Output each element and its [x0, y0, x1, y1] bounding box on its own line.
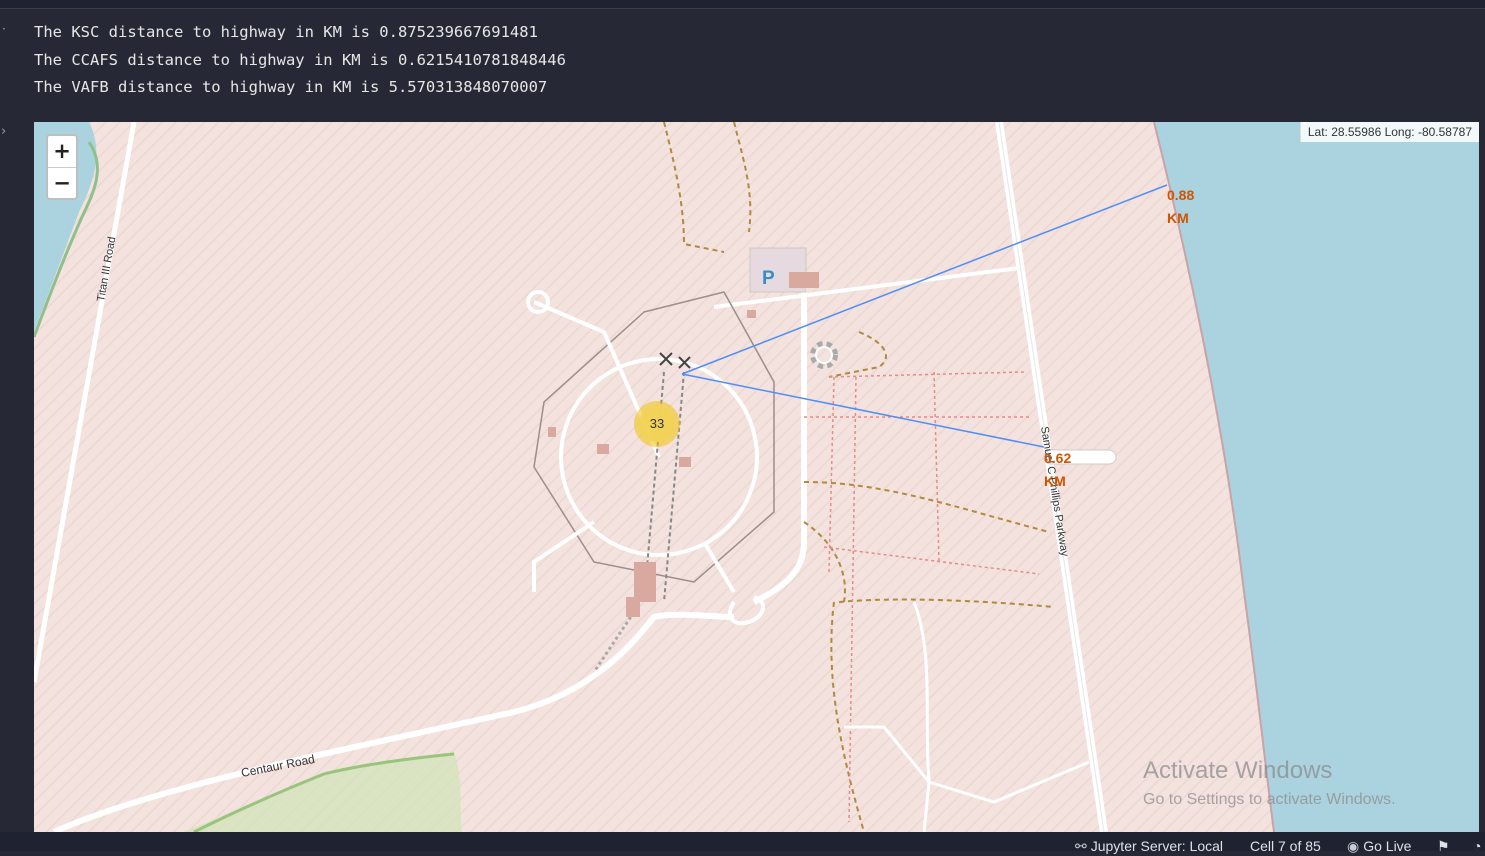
cell-counter[interactable]: Cell 7 of 85	[1250, 836, 1321, 856]
distance-value: 0.62	[1044, 450, 1072, 466]
cell-output: The KSC distance to highway in KM is 0.8…	[34, 20, 566, 103]
building	[634, 562, 656, 602]
distance-label-b: 0.62 KM	[1044, 447, 1084, 493]
distance-unit: KM	[1167, 210, 1189, 226]
link-icon: ⚯	[1075, 838, 1087, 854]
map-tiles: P Titan III Road Centaur Road Samuel C P…	[34, 122, 1479, 832]
cell-gutter-marker[interactable]: ·	[2, 22, 6, 36]
output-line: The CCAFS distance to highway in KM is 0…	[34, 50, 566, 69]
building	[679, 457, 691, 467]
jupyter-server-label: Jupyter Server: Local	[1090, 838, 1224, 854]
building	[597, 444, 609, 454]
zoom-control: + −	[46, 134, 78, 200]
marker-cluster[interactable]: 33	[634, 401, 680, 447]
output-line: The KSC distance to highway in KM is 0.8…	[34, 23, 538, 41]
building	[789, 272, 819, 288]
jupyter-server-status[interactable]: ⚯ Jupyter Server: Local	[1075, 836, 1223, 856]
go-live-label: Go Live	[1363, 838, 1412, 854]
building	[626, 597, 640, 617]
go-live-button[interactable]: ◉ Go Live	[1347, 836, 1411, 856]
feedback-icon[interactable]: ⚑	[1437, 836, 1450, 856]
output-line: The VAFB distance to highway in KM is 5.…	[34, 78, 548, 96]
mouse-position-readout: Lat: 28.55986 Long: -80.58787	[1299, 122, 1479, 142]
collapse-output-chevron-icon[interactable]: ›	[1, 124, 6, 139]
parking-marker: P	[762, 268, 775, 289]
broadcast-icon: ◉	[1347, 838, 1360, 854]
building	[747, 310, 756, 318]
watermark-title: Activate Windows	[1143, 757, 1333, 784]
windows-activation-watermark: Activate Windows Go to Settings to activ…	[1143, 756, 1396, 814]
distance-unit: KM	[1044, 473, 1066, 489]
distance-label-a: 0.88 KM	[1167, 184, 1207, 230]
status-bar: ⚯ Jupyter Server: Local Cell 7 of 85 ◉ Go …	[0, 832, 1485, 854]
zoom-in-button[interactable]: +	[48, 136, 76, 168]
distance-value: 0.88	[1167, 187, 1195, 203]
cluster-count: 33	[639, 406, 675, 442]
watermark-subtitle: Go to Settings to activate Windows.	[1143, 791, 1396, 808]
building	[548, 427, 556, 437]
zoom-out-button[interactable]: −	[48, 168, 76, 199]
notifications-bell-icon[interactable]: ◔	[1473, 836, 1481, 856]
editor-top-strip	[0, 0, 1485, 9]
folium-map[interactable]: P Titan III Road Centaur Road Samuel C P…	[34, 122, 1479, 832]
